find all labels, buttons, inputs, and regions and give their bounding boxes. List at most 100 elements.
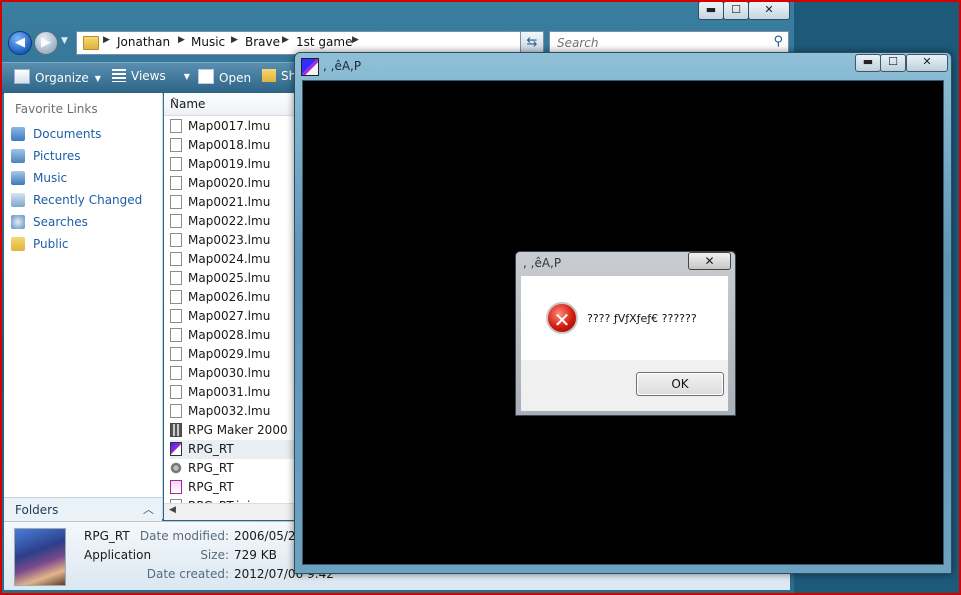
file-name: Map0020.lmu	[188, 176, 271, 190]
sidebar-item-documents[interactable]: Documents	[11, 124, 101, 144]
name-column-header[interactable]: Name ^	[164, 93, 304, 116]
file-name: Map0022.lmu	[188, 214, 271, 228]
sidebar-item-label: Music	[33, 171, 68, 185]
recently-changed-icon	[11, 193, 25, 207]
ok-button[interactable]: OK	[636, 372, 724, 396]
file-row[interactable]: Map0022.lmu	[170, 212, 300, 231]
sidebar-item-public[interactable]: Public	[11, 234, 69, 254]
file-row[interactable]: Map0027.lmu	[170, 307, 300, 326]
file-icon	[170, 366, 182, 380]
file-row[interactable]: Map0019.lmu	[170, 155, 300, 174]
file-row[interactable]: RPG_RT	[170, 478, 300, 497]
file-icon	[170, 138, 182, 152]
sort-ascending-icon: ^	[170, 97, 178, 107]
sidebar-item-label: Public	[33, 237, 69, 251]
breadcrumb-1st-game[interactable]: 1st game	[296, 35, 352, 49]
file-row[interactable]: Map0018.lmu	[170, 136, 300, 155]
error-icon: ✕	[546, 302, 578, 334]
file-row[interactable]: Map0021.lmu	[170, 193, 300, 212]
dialog-title: , ,êA,P	[523, 256, 562, 270]
error-message: ???? ƒVƒXƒeƒ€ ??????	[587, 312, 697, 325]
music-icon	[11, 171, 25, 185]
explorer-close-button[interactable]: ✕	[748, 1, 790, 20]
file-row[interactable]: Map0024.lmu	[170, 250, 300, 269]
file-row[interactable]: Map0031.lmu	[170, 383, 300, 402]
size-label: Size:	[200, 548, 229, 562]
game-window-title: , ,êA,P	[323, 59, 362, 73]
organize-button[interactable]: Organize ▼	[14, 69, 101, 85]
sidebar-item-label: Searches	[33, 215, 88, 229]
file-name: Map0023.lmu	[188, 233, 271, 247]
file-row[interactable]: RPG_RT	[170, 459, 300, 478]
file-row-selected[interactable]: RPG_RT	[170, 440, 300, 459]
breadcrumb-brave[interactable]: Brave	[245, 35, 280, 49]
share-button[interactable]: Sh	[262, 69, 296, 83]
organize-label: Organize	[35, 71, 89, 85]
scroll-left-icon[interactable]: ◀	[169, 505, 176, 515]
error-dialog: , ,êA,P ✕ ✕ ???? ƒVƒXƒeƒ€ ?????? OK	[515, 251, 736, 416]
file-icon	[170, 347, 182, 361]
file-row[interactable]: RPG Maker 2000	[170, 421, 300, 440]
views-icon	[112, 69, 126, 82]
file-name: RPG_RT	[188, 461, 234, 475]
open-label: Open	[219, 71, 252, 85]
views-button[interactable]: Views ▼	[112, 69, 190, 83]
sidebar-item-searches[interactable]: Searches	[11, 212, 88, 232]
file-name: RPG_RT	[188, 480, 234, 494]
sidebar-item-music[interactable]: Music	[11, 168, 67, 188]
sidebar-item-pictures[interactable]: Pictures	[11, 146, 81, 166]
file-name: Map0025.lmu	[188, 271, 271, 285]
public-folder-icon	[11, 237, 25, 251]
file-icon	[170, 233, 182, 247]
game-maximize-button[interactable]: ☐	[880, 54, 906, 72]
documents-icon	[11, 127, 25, 141]
breadcrumb-separator-icon[interactable]: ▶	[178, 35, 185, 45]
back-button[interactable]: ◀	[8, 31, 32, 55]
file-name: Map0019.lmu	[188, 157, 271, 171]
file-row[interactable]: Map0030.lmu	[170, 364, 300, 383]
file-row[interactable]: Map0029.lmu	[170, 345, 300, 364]
breadcrumb-jonathan[interactable]: Jonathan	[117, 35, 170, 49]
sidebar-item-label: Recently Changed	[33, 193, 143, 207]
file-icon	[170, 195, 182, 209]
file-row[interactable]: Map0025.lmu	[170, 269, 300, 288]
chevron-down-icon: ▼	[183, 72, 190, 81]
file-row[interactable]: Map0026.lmu	[170, 288, 300, 307]
breadcrumb-music[interactable]: Music	[191, 35, 225, 49]
breadcrumb-separator-icon[interactable]: ▶	[231, 35, 238, 45]
horizontal-scrollbar[interactable]: ◀	[164, 503, 304, 520]
breadcrumb-separator-icon[interactable]: ▶	[282, 35, 289, 45]
file-name: Map0017.lmu	[188, 119, 271, 133]
file-icon	[170, 309, 182, 323]
searches-icon	[11, 215, 25, 229]
game-close-button[interactable]: ✕	[906, 54, 948, 72]
file-icon	[170, 157, 182, 171]
rpg-rt-thumbnail	[14, 528, 66, 586]
folders-label: Folders	[15, 503, 59, 517]
file-row[interactable]: Map0020.lmu	[170, 174, 300, 193]
breadcrumb-separator-icon[interactable]: ▶	[103, 35, 110, 45]
search-input[interactable]	[555, 35, 759, 51]
sidebar-item-recently-changed[interactable]: Recently Changed	[11, 190, 142, 210]
font-file-icon	[170, 480, 182, 494]
file-row[interactable]: Map0017.lmu	[170, 117, 300, 136]
file-name: Map0032.lmu	[188, 404, 271, 418]
views-label: Views	[131, 69, 166, 83]
file-row[interactable]: Map0032.lmu	[170, 402, 300, 421]
game-minimize-button[interactable]: ▬	[855, 54, 881, 72]
recent-pages-dropdown-icon[interactable]: ▼	[61, 36, 68, 46]
rpg-rt-app-icon	[301, 58, 319, 76]
open-button[interactable]: Open	[198, 69, 251, 85]
dialog-close-button[interactable]: ✕	[688, 252, 731, 270]
folders-toggle[interactable]: Folders ︿	[4, 497, 162, 522]
pictures-icon	[11, 149, 25, 163]
explorer-minimize-button[interactable]: ▬	[698, 1, 724, 20]
file-row[interactable]: Map0023.lmu	[170, 231, 300, 250]
search-icon[interactable]: ⚲	[773, 34, 783, 49]
breadcrumb-separator-icon[interactable]: ▶	[352, 35, 359, 45]
explorer-maximize-button[interactable]: ☐	[723, 1, 749, 20]
file-row[interactable]: Map0028.lmu	[170, 326, 300, 345]
forward-button[interactable]: ▶	[34, 31, 58, 55]
share-icon	[262, 69, 276, 82]
file-icon	[170, 290, 182, 304]
